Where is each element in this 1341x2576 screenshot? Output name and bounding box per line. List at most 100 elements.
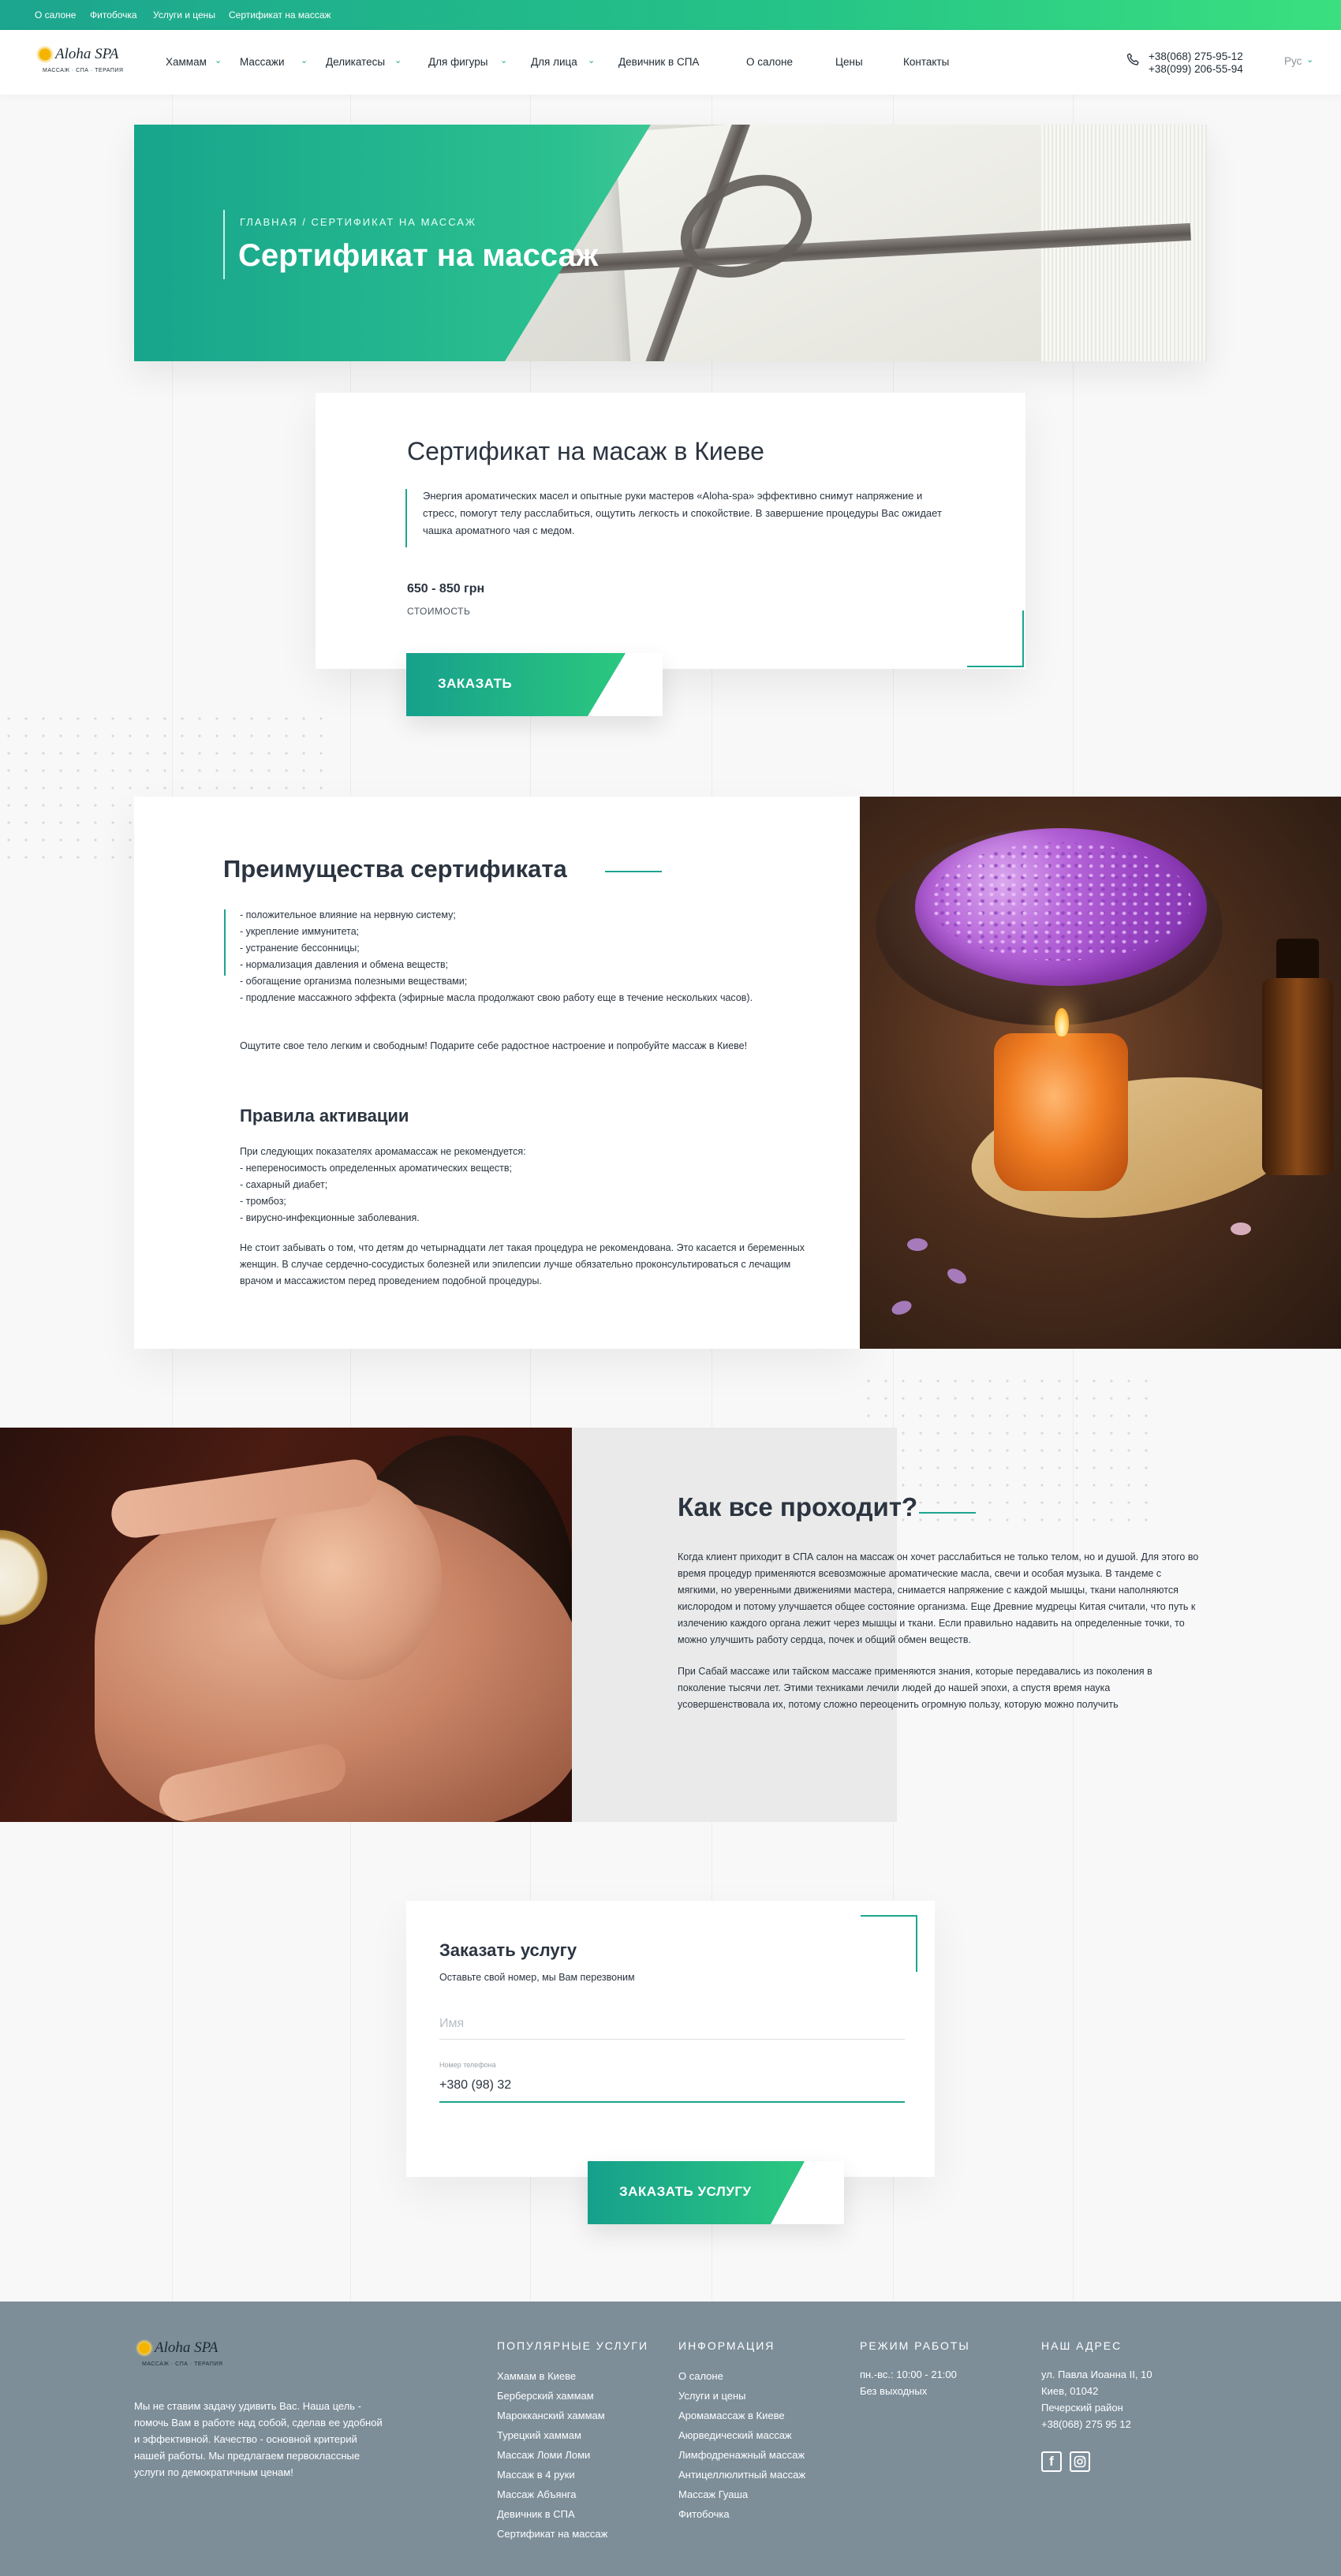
rules-list: - непереносимость определенных ароматиче… — [240, 1160, 512, 1226]
footer-info-title: Информация — [678, 2339, 775, 2352]
chevron-down-icon[interactable]: ⌄ — [588, 55, 595, 65]
footer-link[interactable]: Аюрведический массаж — [678, 2425, 805, 2445]
footer-link[interactable]: Массаж в 4 руки — [497, 2465, 607, 2485]
breadcrumb-home[interactable]: Главная — [240, 216, 298, 228]
footer-link[interactable]: Массаж Абъянга — [497, 2485, 607, 2504]
footer-link[interactable]: Берберский хаммам — [497, 2386, 607, 2406]
hero-accent-line — [223, 210, 225, 279]
list-item: - продление массажного эффекта (эфирные … — [240, 992, 753, 1003]
submit-order-button[interactable]: ЗАКАЗАТЬ УСЛУГУ — [588, 2161, 844, 2224]
hours-line: пн.-вс.: 10:00 - 21:00 — [860, 2369, 957, 2380]
footer-link[interactable]: Антицеллюлитный массаж — [678, 2465, 805, 2485]
footer-link[interactable]: Аромамассаж в Киеве — [678, 2406, 805, 2425]
header-phones[interactable]: +38(068) 275-95-12 +38(099) 206-55-94 — [1149, 50, 1243, 76]
spa-candle-photo — [860, 797, 1341, 1349]
footer-link[interactable]: Девичник в СПА — [497, 2504, 607, 2524]
logo-tagline: МАССАЖ · СПА · ТЕРАПИЯ — [43, 68, 124, 73]
footer-link[interactable]: Сертификат на массаж — [497, 2524, 607, 2544]
phone-field-label: Номер телефона — [439, 2061, 496, 2069]
logo[interactable]: Aloha SPA МАССАЖ · СПА · ТЕРАПИЯ — [35, 43, 126, 82]
list-item: - укрепление иммунитета; — [240, 926, 360, 937]
nav-item-hammam[interactable]: Хаммам — [166, 56, 207, 68]
footer-popular-list: Хаммам в Киеве Берберский хаммам Марокка… — [497, 2366, 607, 2544]
nav-item-bachelorette[interactable]: Девичник в СПА — [618, 56, 699, 68]
footer-about: Мы не ставим задачу удивить Вас. Наша це… — [134, 2400, 383, 2478]
footer-link[interactable]: Турецкий хаммам — [497, 2425, 607, 2445]
footer-hours-title: Режим работы — [860, 2339, 970, 2352]
breadcrumb-separator: / — [297, 216, 312, 228]
price-label: стоимость — [407, 606, 471, 617]
footer-link[interactable]: Фитобочка — [678, 2504, 805, 2524]
topbar-link-certificate[interactable]: Сертификат на массаж — [229, 9, 331, 21]
chevron-down-icon[interactable]: ⌄ — [215, 55, 222, 65]
chevron-down-icon[interactable]: ⌄ — [394, 55, 402, 65]
chevron-down-icon[interactable]: ⌄ — [1306, 54, 1313, 65]
title-dash — [605, 871, 662, 872]
nav-item-delicacies[interactable]: Деликатесы — [326, 56, 385, 68]
title-dash — [919, 1512, 976, 1514]
site-header: Aloha SPA МАССАЖ · СПА · ТЕРАПИЯ Хаммам … — [0, 30, 1341, 95]
topbar-link-about[interactable]: О салоне — [35, 9, 76, 21]
footer-address-title: Наш адрес — [1041, 2339, 1122, 2352]
footer-address: ул. Павла Иоанна II, 10 Киев, 01042 Пече… — [1041, 2366, 1152, 2432]
chevron-down-icon[interactable]: ⌄ — [301, 55, 308, 65]
footer-phone[interactable]: +38(068) 275 95 12 — [1041, 2416, 1152, 2432]
nav-item-massages[interactable]: Массажи — [240, 56, 285, 68]
chevron-down-icon[interactable]: ⌄ — [500, 55, 507, 65]
phone-number[interactable]: +38(099) 206-55-94 — [1149, 63, 1243, 76]
breadcrumb: Главная / Сертификат на массаж — [240, 216, 476, 228]
nav-item-face[interactable]: Для лица — [531, 56, 577, 68]
order-button-label: ЗАКАЗАТЬ — [438, 676, 513, 691]
logo-name: Aloha SPA — [55, 46, 119, 62]
quote-accent-line — [224, 909, 226, 976]
topbar-link-services[interactable]: Услуги и цены — [153, 9, 215, 21]
logo-name: Aloha SPA — [155, 2339, 219, 2356]
certificate-title: Сертификат на масаж в Киеве — [407, 437, 764, 465]
page-title: Сертификат на массаж — [238, 238, 599, 273]
certificate-price: 650 - 850 грн — [407, 582, 485, 595]
nav-item-contacts[interactable]: Контакты — [903, 56, 949, 68]
benefits-list: - положительное влияние на нервную систе… — [240, 907, 776, 1006]
facebook-icon[interactable]: f — [1041, 2451, 1062, 2472]
quote-accent-line — [405, 489, 407, 547]
footer-info-list: О салоне Услуги и цены Аромамассаж в Кие… — [678, 2366, 805, 2524]
instagram-icon[interactable] — [1070, 2451, 1090, 2472]
sun-logo-icon — [134, 2338, 155, 2358]
footer-link[interactable]: Услуги и цены — [678, 2386, 805, 2406]
nav-item-prices[interactable]: Цены — [835, 56, 863, 68]
address-line: ул. Павла Иоанна II, 10 — [1041, 2369, 1152, 2380]
language-selector[interactable]: Рус — [1284, 55, 1302, 67]
form-subtitle: Оставьте свой номер, мы Вам перезвоним — [439, 1972, 635, 1983]
how-title: Как все проходит? — [678, 1492, 918, 1521]
order-button[interactable]: ЗАКАЗАТЬ — [406, 653, 663, 716]
nav-item-about[interactable]: О салоне — [746, 56, 793, 68]
certificate-description: Энергия ароматических масел и опытные ру… — [423, 490, 942, 536]
footer-link[interactable]: Марокканский хаммам — [497, 2406, 607, 2425]
footer-link[interactable]: Массаж Ломи Ломи — [497, 2445, 607, 2465]
site-footer: Aloha SPA МАССАЖ · СПА · ТЕРАПИЯ Мы не с… — [0, 2302, 1341, 2576]
phone-number[interactable]: +38(068) 275-95-12 — [1149, 50, 1243, 63]
footer-link[interactable]: Лимфодренажный массаж — [678, 2445, 805, 2465]
corner-decoration — [861, 1915, 917, 1972]
list-item: - устранение бессонницы; — [240, 943, 360, 954]
name-input[interactable] — [439, 2008, 905, 2040]
benefits-outro: Ощутите свое тело легким и свободным! По… — [240, 1040, 748, 1051]
nav-item-body[interactable]: Для фигуры — [428, 56, 487, 68]
certificate-card: Сертификат на масаж в Киеве Энергия аром… — [316, 393, 1025, 669]
rules-intro: При следующих показателях аромамассаж не… — [240, 1146, 526, 1157]
list-item: - положительное влияние на нервную систе… — [240, 909, 456, 920]
benefits-section: Преимущества сертификата - положительное… — [134, 797, 860, 1349]
top-bar: О салоне Фитобочка Услуги и цены Сертифи… — [0, 0, 1341, 30]
list-item: - вирусно-инфекционные заболевания. — [240, 1212, 420, 1223]
list-item: - непереносимость определенных ароматиче… — [240, 1163, 513, 1174]
footer-link[interactable]: Массаж Гуаша — [678, 2485, 805, 2504]
footer-hours: пн.-вс.: 10:00 - 21:00 Без выходных — [860, 2366, 957, 2399]
phone-input[interactable] — [439, 2070, 905, 2103]
topbar-link-phytobarrel[interactable]: Фитобочка — [90, 9, 137, 21]
rules-title: Правила активации — [240, 1106, 409, 1126]
list-item: - обогащение организма полезными веществ… — [240, 976, 468, 987]
hero-banner: Главная / Сертификат на массаж Сертифика… — [134, 125, 1207, 361]
footer-logo[interactable]: Aloha SPA МАССАЖ · СПА · ТЕРАПИЯ — [134, 2336, 226, 2376]
footer-link[interactable]: О салоне — [678, 2366, 805, 2386]
footer-link[interactable]: Хаммам в Киеве — [497, 2366, 607, 2386]
